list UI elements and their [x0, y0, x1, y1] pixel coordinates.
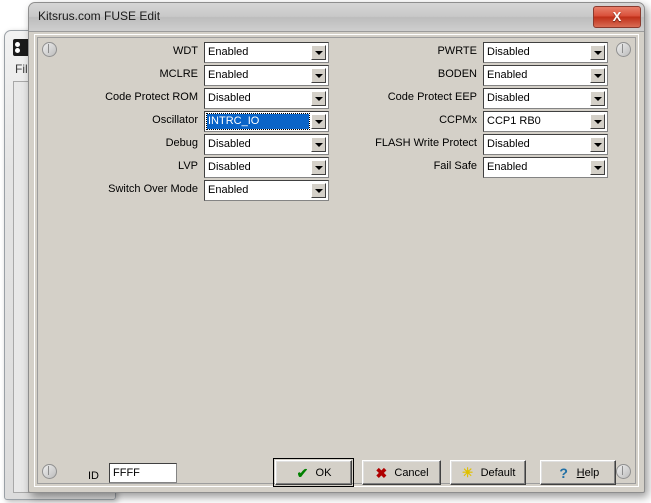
cancel-button[interactable]: ✖ Cancel	[362, 460, 441, 485]
combobox-value: Disabled	[208, 92, 308, 104]
sun-icon: ☀	[461, 466, 475, 480]
field-row: Code Protect ROMDisabled	[204, 88, 329, 109]
button-label: Default	[481, 467, 516, 479]
id-input[interactable]	[109, 463, 177, 483]
combobox-flash-write-protect[interactable]: Disabled	[483, 134, 608, 155]
chevron-down-icon[interactable]	[311, 45, 326, 60]
combobox-value: Disabled	[208, 161, 308, 173]
default-button[interactable]: ☀ Default	[450, 460, 526, 485]
field-label: Oscillator	[152, 114, 198, 126]
field-row: DebugDisabled	[204, 134, 329, 155]
chevron-down-icon[interactable]	[590, 68, 605, 83]
combobox-code-protect-rom[interactable]: Disabled	[204, 88, 329, 109]
combobox-code-protect-eep[interactable]: Disabled	[483, 88, 608, 109]
dialog-titlebar[interactable]: Kitsrus.com FUSE Edit X	[29, 3, 644, 32]
dialog-client-inner: WDTEnabledMCLREEnabledCode Protect ROMDi…	[35, 35, 638, 486]
combobox-boden[interactable]: Enabled	[483, 65, 608, 86]
field-row: Code Protect EEPDisabled	[483, 88, 608, 109]
combobox-pwrte[interactable]: Disabled	[483, 42, 608, 63]
field-label: Switch Over Mode	[108, 183, 198, 195]
field-label: MCLRE	[159, 68, 198, 80]
field-label: Fail Safe	[434, 160, 477, 172]
fuse-edit-dialog: Kitsrus.com FUSE Edit X WDTEnabledMCLREE…	[28, 2, 645, 493]
field-row: MCLREEnabled	[204, 65, 329, 86]
field-row: OscillatorINTRC_IO	[204, 111, 329, 132]
combobox-value: Disabled	[487, 92, 587, 104]
field-row: Switch Over ModeEnabled	[204, 180, 329, 201]
button-label: OK	[316, 467, 332, 479]
close-icon: X	[594, 7, 640, 27]
chevron-down-icon[interactable]	[590, 45, 605, 60]
field-row: WDTEnabled	[204, 42, 329, 63]
field-row: BODENEnabled	[483, 65, 608, 86]
grip-bottom-right-icon[interactable]	[616, 464, 631, 479]
button-label: Help	[577, 467, 600, 479]
field-label: WDT	[173, 45, 198, 57]
close-button[interactable]: X	[593, 6, 641, 28]
grip-top-left-icon[interactable]	[42, 42, 57, 57]
combobox-value: Enabled	[208, 69, 308, 81]
field-label: PWRTE	[437, 45, 477, 57]
grip-bottom-left-icon[interactable]	[42, 464, 57, 479]
combobox-value: Enabled	[208, 184, 308, 196]
field-label: BODEN	[438, 68, 477, 80]
field-label: Code Protect ROM	[105, 91, 198, 103]
grip-top-right-icon[interactable]	[616, 42, 631, 57]
combobox-debug[interactable]: Disabled	[204, 134, 329, 155]
field-label: CCPMx	[439, 114, 477, 126]
field-row: CCPMxCCP1 RB0	[483, 111, 608, 132]
combobox-mclre[interactable]: Enabled	[204, 65, 329, 86]
chevron-down-icon[interactable]	[311, 183, 326, 198]
combobox-value: INTRC_IO	[207, 114, 309, 129]
chevron-down-icon[interactable]	[311, 91, 326, 106]
chevron-down-icon[interactable]	[311, 68, 326, 83]
chevron-down-icon[interactable]	[590, 137, 605, 152]
chevron-down-icon[interactable]	[590, 160, 605, 175]
field-label: Code Protect EEP	[388, 91, 477, 103]
button-label: Cancel	[394, 467, 428, 479]
chevron-down-icon[interactable]	[311, 114, 326, 129]
combobox-value: CCP1 RB0	[487, 115, 587, 127]
field-label: LVP	[178, 160, 198, 172]
combobox-value: Enabled	[208, 46, 308, 58]
background-menu-file[interactable]: Fil	[15, 62, 28, 80]
field-row: Fail SafeEnabled	[483, 157, 608, 178]
field-row: PWRTEDisabled	[483, 42, 608, 63]
chevron-down-icon[interactable]	[311, 160, 326, 175]
field-label: Debug	[166, 137, 198, 149]
ok-button[interactable]: ✔ OK	[275, 460, 352, 485]
field-row: FLASH Write ProtectDisabled	[483, 134, 608, 155]
combobox-value: Enabled	[487, 161, 587, 173]
chevron-down-icon[interactable]	[590, 114, 605, 129]
chevron-down-icon[interactable]	[590, 91, 605, 106]
x-icon: ✖	[374, 466, 388, 480]
combobox-oscillator[interactable]: INTRC_IO	[204, 111, 329, 132]
combobox-value: Enabled	[487, 69, 587, 81]
question-icon: ?	[557, 466, 571, 480]
combobox-fail-safe[interactable]: Enabled	[483, 157, 608, 178]
combobox-value: Disabled	[208, 138, 308, 150]
combobox-switch-over-mode[interactable]: Enabled	[204, 180, 329, 201]
combobox-lvp[interactable]: Disabled	[204, 157, 329, 178]
check-icon: ✔	[296, 466, 310, 480]
combobox-value: Disabled	[487, 46, 587, 58]
combobox-wdt[interactable]: Enabled	[204, 42, 329, 63]
id-label: ID	[88, 470, 99, 482]
field-row: LVPDisabled	[204, 157, 329, 178]
help-button[interactable]: ? Help	[540, 460, 616, 485]
field-label: FLASH Write Protect	[375, 137, 477, 149]
dialog-title: Kitsrus.com FUSE Edit	[38, 9, 160, 23]
chevron-down-icon[interactable]	[311, 137, 326, 152]
combobox-ccpmx[interactable]: CCP1 RB0	[483, 111, 608, 132]
dialog-client-area: WDTEnabledMCLREEnabledCode Protect ROMDi…	[34, 34, 639, 487]
combobox-value: Disabled	[487, 138, 587, 150]
